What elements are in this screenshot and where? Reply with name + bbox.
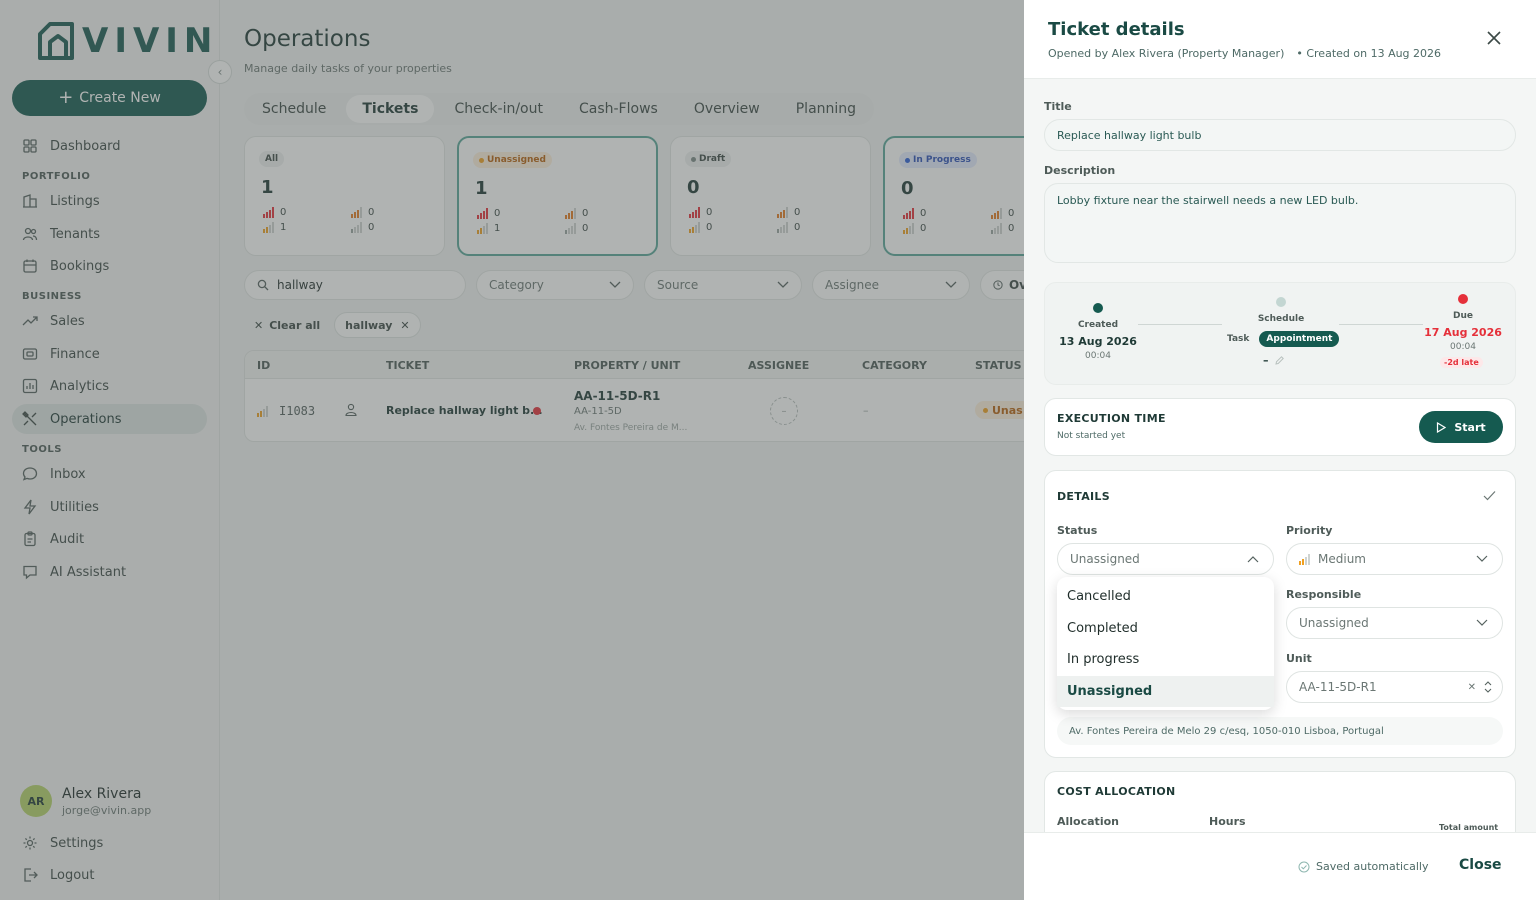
start-label: Start: [1454, 420, 1486, 434]
ticket-details-panel: Ticket details Opened by Alex Rivera (Pr…: [1024, 0, 1536, 900]
schedule-value-row: –: [1263, 354, 1285, 367]
status-option-cancelled[interactable]: Cancelled: [1057, 581, 1274, 613]
description-value: Lobby fixture near the stairwell needs a…: [1057, 194, 1359, 207]
chevron-up-icon: [1247, 556, 1259, 563]
execution-title: EXECUTION TIME: [1057, 412, 1166, 425]
responsible-select[interactable]: Unassigned: [1286, 607, 1503, 639]
created-label: Created: [1077, 320, 1119, 330]
responsible-label: Responsible: [1286, 588, 1362, 601]
due-label: Due: [1453, 311, 1473, 321]
cost-allocation-card: COST ALLOCATION Allocation Hours Total a…: [1044, 771, 1516, 832]
schedule-dot: [1276, 297, 1286, 307]
timeline-card: Created 13 Aug 2026 00:04 Schedule Task …: [1044, 282, 1516, 385]
check-icon[interactable]: [1483, 490, 1496, 501]
chevron-down-icon: [1476, 619, 1488, 626]
close-panel-button[interactable]: [1484, 28, 1504, 48]
status-dropdown-menu: Cancelled Completed In progress Unassign…: [1057, 577, 1274, 710]
unit-label: Unit: [1286, 652, 1312, 665]
close-button[interactable]: Close: [1459, 857, 1502, 873]
title-value: Replace hallway light bulb: [1057, 128, 1202, 142]
allocation-label: Allocation: [1057, 815, 1119, 828]
chevron-updown-icon: [1484, 681, 1492, 693]
panel-subtitle: Opened by Alex Rivera (Property Manager)…: [1048, 47, 1441, 60]
modal-backdrop[interactable]: [0, 0, 1024, 900]
timeline-line: [1339, 324, 1423, 325]
status-label: Status: [1057, 524, 1098, 537]
created-time: 00:04: [1085, 351, 1111, 361]
created-dot: [1093, 303, 1103, 313]
appointment-option[interactable]: Appointment: [1259, 331, 1340, 347]
status-option-in-progress[interactable]: In progress: [1057, 644, 1274, 676]
description-label: Description: [1044, 164, 1116, 177]
title-input[interactable]: Replace hallway light bulb: [1044, 119, 1516, 151]
priority-medium-icon: [1299, 553, 1310, 565]
play-icon: [1437, 421, 1447, 433]
schedule-label: Schedule: [1257, 314, 1305, 324]
opened-by: Opened by Alex Rivera (Property Manager): [1048, 47, 1285, 60]
address-field: Av. Fontes Pereira de Melo 29 c/esq, 105…: [1057, 717, 1503, 745]
responsible-select-value: Unassigned: [1299, 616, 1369, 630]
panel-body: Title Replace hallway light bulb Descrip…: [1024, 79, 1536, 832]
edit-icon[interactable]: [1274, 355, 1285, 366]
task-option[interactable]: Task: [1223, 332, 1253, 346]
late-badge: -2d late: [1440, 357, 1483, 368]
cost-title: COST ALLOCATION: [1057, 785, 1176, 798]
total-amount-label: Total amount: [1439, 823, 1499, 832]
panel-title: Ticket details: [1048, 19, 1185, 40]
chevron-down-icon: [1476, 555, 1488, 562]
status-option-completed[interactable]: Completed: [1057, 613, 1274, 645]
schedule-toggle[interactable]: Task Appointment: [1223, 331, 1340, 347]
check-circle-icon: [1298, 861, 1310, 872]
status-option-unassigned[interactable]: Unassigned: [1057, 675, 1274, 707]
panel-footer: Saved automatically Close: [1024, 832, 1536, 900]
due-time: 00:04: [1450, 342, 1476, 352]
created-on: • Created on 13 Aug 2026: [1296, 47, 1442, 60]
hours-label: Hours: [1209, 815, 1246, 828]
status-select-value: Unassigned: [1070, 552, 1140, 566]
due-dot: [1458, 294, 1468, 304]
created-date: 13 Aug 2026: [1059, 335, 1137, 348]
priority-select-value: Medium: [1318, 552, 1366, 566]
priority-select[interactable]: Medium: [1286, 543, 1503, 575]
schedule-value: –: [1263, 354, 1269, 367]
close-icon: [1487, 31, 1501, 45]
title-label: Title: [1044, 100, 1072, 113]
execution-status: Not started yet: [1057, 431, 1126, 441]
unit-select[interactable]: AA-11-5D-R1 ✕: [1286, 671, 1503, 703]
details-title: DETAILS: [1057, 490, 1110, 503]
execution-card: EXECUTION TIME Not started yet Start: [1044, 398, 1516, 456]
priority-label: Priority: [1286, 524, 1333, 537]
unit-select-actions: ✕: [1468, 681, 1492, 693]
status-select[interactable]: Unassigned: [1057, 543, 1274, 575]
saved-indicator: Saved automatically: [1298, 860, 1428, 873]
priority-select-content: Medium: [1299, 552, 1366, 566]
description-textarea[interactable]: Lobby fixture near the stairwell needs a…: [1044, 183, 1516, 263]
clear-icon[interactable]: ✕: [1468, 682, 1476, 693]
saved-label: Saved automatically: [1316, 860, 1429, 873]
unit-select-value: AA-11-5D-R1: [1299, 680, 1377, 694]
start-button[interactable]: Start: [1419, 411, 1503, 443]
due-date: 17 Aug 2026: [1424, 326, 1502, 339]
